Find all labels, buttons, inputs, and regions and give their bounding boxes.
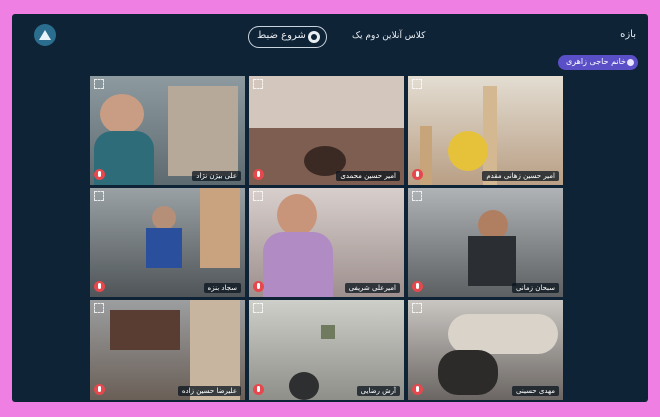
video-tile[interactable]: سبحان زمانی bbox=[408, 188, 563, 297]
host-name: خانم حاجی زاهری bbox=[566, 57, 626, 66]
video-tile[interactable]: امیرعلی شریفی bbox=[249, 188, 404, 297]
mic-off-icon bbox=[412, 384, 423, 395]
back-button[interactable]: بازه bbox=[620, 29, 636, 40]
video-tile[interactable]: آرش رضایی bbox=[249, 300, 404, 400]
top-bar: شروع ضبط کلاس آنلاین دوم یک بازه bbox=[12, 14, 648, 56]
participant-name: علی بیژن نژاد bbox=[192, 171, 241, 181]
host-badge: خانم حاجی زاهری bbox=[558, 55, 638, 70]
mic-off-icon bbox=[94, 384, 105, 395]
participant-name: امیر حسین محمدی bbox=[336, 171, 400, 181]
participant-name: علیرضا حسین زاده bbox=[177, 386, 241, 396]
fullscreen-icon[interactable] bbox=[94, 79, 104, 89]
mic-off-icon bbox=[253, 169, 264, 180]
fullscreen-icon[interactable] bbox=[94, 303, 104, 313]
participant-name: مهدی حسینی bbox=[512, 386, 559, 396]
record-icon bbox=[308, 31, 320, 43]
fullscreen-icon[interactable] bbox=[253, 79, 263, 89]
video-tile[interactable]: امیر حسین محمدی bbox=[249, 76, 404, 185]
participant-name: امیرعلی شریفی bbox=[344, 283, 400, 293]
video-tile[interactable]: علیرضا حسین زاده bbox=[90, 300, 245, 400]
class-title: کلاس آنلاین دوم یک bbox=[352, 31, 426, 41]
record-label: شروع ضبط bbox=[257, 30, 306, 41]
participant-name: امیر حسین زهانی مقدم bbox=[482, 171, 559, 181]
mic-off-icon bbox=[412, 281, 423, 292]
fullscreen-icon[interactable] bbox=[412, 191, 422, 201]
mic-off-icon bbox=[94, 169, 105, 180]
mic-off-icon bbox=[412, 169, 423, 180]
participant-name: سجاد بنزه bbox=[203, 283, 241, 293]
fullscreen-icon[interactable] bbox=[253, 191, 263, 201]
host-icon bbox=[627, 59, 634, 66]
video-tile[interactable]: سجاد بنزه bbox=[90, 188, 245, 297]
mic-off-icon bbox=[94, 281, 105, 292]
fullscreen-icon[interactable] bbox=[412, 79, 422, 89]
participant-name: سبحان زمانی bbox=[511, 283, 559, 293]
fullscreen-icon[interactable] bbox=[412, 303, 422, 313]
video-tile[interactable]: امیر حسین زهانی مقدم bbox=[408, 76, 563, 185]
participant-name: آرش رضایی bbox=[356, 386, 400, 396]
video-tile[interactable]: علی بیژن نژاد bbox=[90, 76, 245, 185]
meeting-window: شروع ضبط کلاس آنلاین دوم یک بازه خانم حا… bbox=[12, 14, 648, 402]
fullscreen-icon[interactable] bbox=[253, 303, 263, 313]
mic-off-icon bbox=[253, 281, 264, 292]
mic-off-icon bbox=[253, 384, 264, 395]
fullscreen-icon[interactable] bbox=[94, 191, 104, 201]
video-tile[interactable]: مهدی حسینی bbox=[408, 300, 563, 400]
logo-icon[interactable] bbox=[34, 24, 56, 46]
start-recording-button[interactable]: شروع ضبط bbox=[248, 26, 327, 48]
